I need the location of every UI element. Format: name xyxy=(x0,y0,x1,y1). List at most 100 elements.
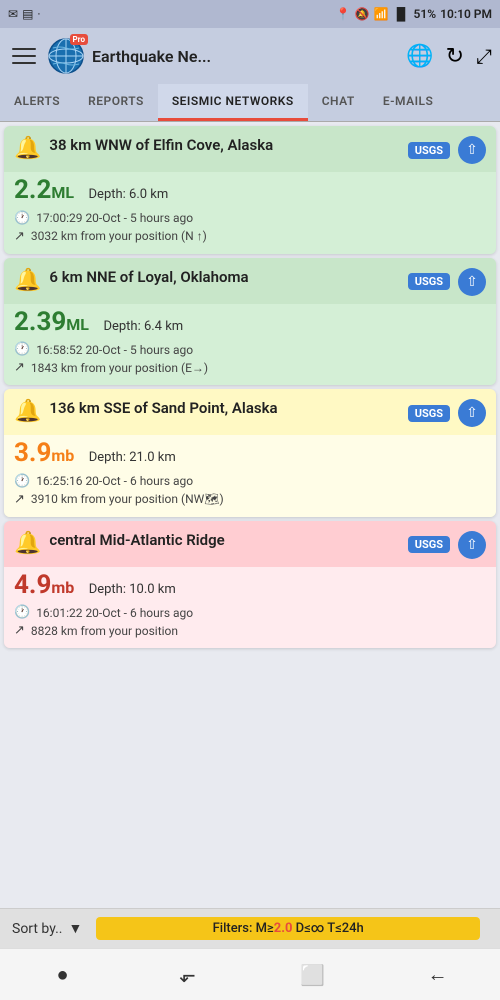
nav-overview-button[interactable]: ⬜ xyxy=(293,955,333,995)
eq-time-row: 🕐 16:01:22 20-Oct - 6 hours ago xyxy=(14,605,486,620)
expand-icon[interactable]: ⤢ xyxy=(476,44,492,68)
clock-time: 10:10 PM xyxy=(440,7,492,21)
eq-actions: USGS ⇧ xyxy=(408,399,486,427)
eq-card-body: 2.39ML Depth: 6.4 km 🕐 16:58:52 20-Oct -… xyxy=(4,304,496,386)
sort-dropdown-icon[interactable]: ▼ xyxy=(69,920,83,937)
nav-home-button[interactable]: ● xyxy=(43,955,83,995)
refresh-icon[interactable]: ↻ xyxy=(446,44,464,69)
app-logo: Pro xyxy=(48,38,84,74)
eq-time-row: 🕐 17:00:29 20-Oct - 5 hours ago xyxy=(14,211,486,226)
signal-dot-icon: · xyxy=(37,7,40,21)
direction-icon: ↗ xyxy=(14,492,25,507)
status-right: 📍 🔕 📶 ▐▌ 51% 10:10 PM xyxy=(336,7,492,21)
nav-back-button[interactable]: ← xyxy=(418,955,458,995)
earthquake-icon: 🔔 xyxy=(14,268,41,293)
earthquake-icon: 🔔 xyxy=(14,399,41,424)
eq-title-wrap: 🔔 central Mid-Atlantic Ridge xyxy=(14,531,408,556)
eq-location: central Mid-Atlantic Ridge xyxy=(49,531,224,551)
eq-meta: 🕐 16:58:52 20-Oct - 5 hours ago ↗ 1843 k… xyxy=(14,342,486,375)
eq-distance: 8828 km from your position xyxy=(31,624,178,638)
tab-chat[interactable]: CHAT xyxy=(308,84,369,121)
filter-text-suffix: D≤∞ T≤24h xyxy=(292,921,363,936)
sim-icon: ▤ xyxy=(22,7,33,21)
eq-distance-row: ↗ 3032 km from your position (N ↑) xyxy=(14,229,486,244)
eq-title-wrap: 🔔 38 km WNW of Elfin Cove, Alaska xyxy=(14,136,408,161)
eq-card-header: 🔔 6 km NNE of Loyal, Oklahoma USGS ⇧ xyxy=(4,258,496,304)
eq-meta: 🕐 17:00:29 20-Oct - 5 hours ago ↗ 3032 k… xyxy=(14,211,486,244)
usgs-badge[interactable]: USGS xyxy=(408,273,450,290)
eq-depth: Depth: 21.0 km xyxy=(89,450,176,465)
eq-time: 16:58:52 20-Oct - 5 hours ago xyxy=(36,343,193,357)
status-bar: ✉ ▤ · 📍 🔕 📶 ▐▌ 51% 10:10 PM xyxy=(0,0,500,28)
tab-reports[interactable]: REPORTS xyxy=(74,84,158,121)
top-bar: Pro Earthquake Ne... 🌐 ↻ ⤢ xyxy=(0,28,500,84)
direction-icon: ↗ xyxy=(14,623,25,638)
eq-magnitude-row: 4.9mb Depth: 10.0 km xyxy=(14,571,486,600)
eq-time: 16:01:22 20-Oct - 6 hours ago xyxy=(36,606,193,620)
clock-icon: 🕐 xyxy=(14,474,30,489)
earthquake-card: 🔔 38 km WNW of Elfin Cove, Alaska USGS ⇧… xyxy=(4,126,496,254)
status-icons: ✉ ▤ · xyxy=(8,7,41,21)
eq-title-wrap: 🔔 136 km SSE of Sand Point, Alaska xyxy=(14,399,408,424)
eq-actions: USGS ⇧ xyxy=(408,136,486,164)
tab-emails[interactable]: E-MAILS xyxy=(369,84,448,121)
eq-depth: Depth: 6.0 km xyxy=(89,187,169,202)
filter-text-prefix: Filters: M≥ xyxy=(213,921,274,936)
eq-time-row: 🕐 16:25:16 20-Oct - 6 hours ago xyxy=(14,474,486,489)
eq-depth: Depth: 6.4 km xyxy=(103,319,183,334)
eq-time: 16:25:16 20-Oct - 6 hours ago xyxy=(36,474,193,488)
eq-card-header: 🔔 136 km SSE of Sand Point, Alaska USGS … xyxy=(4,389,496,435)
sort-label: Sort by.. xyxy=(12,921,63,937)
globe-action-icon[interactable]: 🌐 xyxy=(406,44,433,69)
tab-alerts[interactable]: ALERTS xyxy=(0,84,74,121)
eq-distance: 3910 km from your position (NW🗺) xyxy=(31,492,224,506)
menu-button[interactable] xyxy=(8,40,40,72)
tab-seismic-networks[interactable]: SEISMIC NETWORKS xyxy=(158,84,308,121)
battery-level: 51% xyxy=(414,7,437,21)
eq-card-header: 🔔 central Mid-Atlantic Ridge USGS ⇧ xyxy=(4,521,496,567)
eq-magnitude: 4.9mb xyxy=(14,570,81,600)
eq-title-wrap: 🔔 6 km NNE of Loyal, Oklahoma xyxy=(14,268,408,293)
eq-location: 136 km SSE of Sand Point, Alaska xyxy=(49,399,277,419)
eq-magnitude-row: 2.2ML Depth: 6.0 km xyxy=(14,176,486,205)
eq-meta: 🕐 16:25:16 20-Oct - 6 hours ago ↗ 3910 k… xyxy=(14,474,486,507)
earthquake-card: 🔔 central Mid-Atlantic Ridge USGS ⇧ 4.9m… xyxy=(4,521,496,649)
nav-recents-button[interactable]: ⬐ xyxy=(168,955,208,995)
eq-distance: 3032 km from your position (N ↑) xyxy=(31,229,207,243)
eq-time: 17:00:29 20-Oct - 5 hours ago xyxy=(36,211,193,225)
eq-actions: USGS ⇧ xyxy=(408,268,486,296)
globe-icon: Pro xyxy=(48,38,84,74)
share-button[interactable]: ⇧ xyxy=(458,136,486,164)
eq-magnitude-row: 2.39ML Depth: 6.4 km xyxy=(14,308,486,337)
nav-bar: ● ⬐ ⬜ ← xyxy=(0,948,500,1000)
usgs-badge[interactable]: USGS xyxy=(408,536,450,553)
message-icon: ✉ xyxy=(8,7,18,21)
eq-distance: 1843 km from your position (E→) xyxy=(31,361,208,375)
share-button[interactable]: ⇧ xyxy=(458,268,486,296)
eq-actions: USGS ⇧ xyxy=(408,531,486,559)
eq-card-header: 🔔 38 km WNW of Elfin Cove, Alaska USGS ⇧ xyxy=(4,126,496,172)
sort-bar: Sort by.. ▼ Filters: M≥2.0 D≤∞ T≤24h xyxy=(0,908,500,948)
eq-location: 38 km WNW of Elfin Cove, Alaska xyxy=(49,136,273,156)
location-icon: 📍 xyxy=(336,7,351,21)
eq-magnitude: 2.39ML xyxy=(14,307,95,337)
pro-badge: Pro xyxy=(70,34,88,45)
tab-bar: ALERTS REPORTS SEISMIC NETWORKS CHAT E-M… xyxy=(0,84,500,122)
eq-time-row: 🕐 16:58:52 20-Oct - 5 hours ago xyxy=(14,342,486,357)
eq-card-body: 3.9mb Depth: 21.0 km 🕐 16:25:16 20-Oct -… xyxy=(4,435,496,517)
usgs-badge[interactable]: USGS xyxy=(408,405,450,422)
eq-card-body: 2.2ML Depth: 6.0 km 🕐 17:00:29 20-Oct - … xyxy=(4,172,496,254)
earthquake-card: 🔔 6 km NNE of Loyal, Oklahoma USGS ⇧ 2.3… xyxy=(4,258,496,386)
usgs-badge[interactable]: USGS xyxy=(408,142,450,159)
clock-icon: 🕐 xyxy=(14,605,30,620)
share-button[interactable]: ⇧ xyxy=(458,531,486,559)
eq-magnitude: 3.9mb xyxy=(14,438,81,468)
share-button[interactable]: ⇧ xyxy=(458,399,486,427)
direction-icon: ↗ xyxy=(14,229,25,244)
eq-meta: 🕐 16:01:22 20-Oct - 6 hours ago ↗ 8828 k… xyxy=(14,605,486,638)
earthquake-icon: 🔔 xyxy=(14,136,41,161)
eq-depth: Depth: 10.0 km xyxy=(89,582,176,597)
mute-icon: 🔕 xyxy=(355,7,370,21)
earthquake-icon: 🔔 xyxy=(14,531,41,556)
eq-card-body: 4.9mb Depth: 10.0 km 🕐 16:01:22 20-Oct -… xyxy=(4,567,496,649)
